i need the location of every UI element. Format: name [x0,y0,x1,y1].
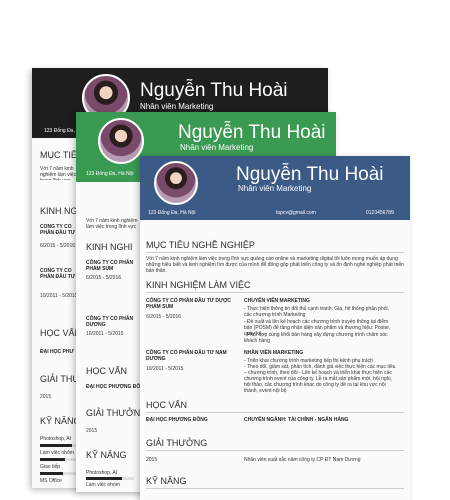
job-detail: - Thực hiện thông tin đối thủ cạnh tranh… [244,306,390,318]
cv-name: Nguyễn Thu Hoài [236,164,384,185]
job-detail: - Phối hợp cùng khối bán hàng xây dựng c… [244,332,388,344]
company-1-cont: PHẨM SUM [86,266,114,272]
cv-address: 123 Đống Đa, Hà Nội [148,210,196,216]
section-awards: GIẢI THƯỞNG [146,438,208,448]
cv-role: Nhân viên Marketing [140,102,214,111]
job-title: CHUYÊN VIÊN MARKETING [244,298,310,304]
section-objective: MỤC TIÊU NGHỀ NGHIỆP [146,240,255,250]
cv-name: Nguyễn Thu Hoài [140,80,288,101]
school: ĐẠI HỌC PHƯƠNG ĐÔ [86,384,141,390]
job-dates: 6/2015 - 5/2016 [86,275,122,281]
section-awards: GIẢI THƯỞNG [86,408,148,418]
award-year: 2015 [86,428,98,434]
avatar [98,118,144,164]
job-dates: 10/2011 - 5/2015 [40,293,78,299]
skill-2: Làm việc nhóm [86,482,120,488]
divider [146,412,404,413]
skill-2: Làm việc nhóm [40,450,74,456]
cv-role: Nhân viên Marketing [180,143,254,152]
cv-email: topcv@gmail.com [276,210,316,216]
school: ĐẠI HỌC PHƯ [40,349,74,355]
divider [146,252,404,253]
skill-fill [40,444,72,447]
job-dates: 10/2011 - 5/2015 [146,366,184,372]
school: ĐẠI HỌC PHƯƠNG ĐÔNG [146,417,208,423]
company-1: CÔNG TY CỔ PHẦN ĐẦU TƯ [40,224,75,236]
award-year: 2015 [146,457,158,463]
section-education: HỌC VẤN [40,328,82,338]
skill-fill [86,477,122,480]
job-company: CÔNG TY CỔ PHẦN ĐẦU TƯ NAM DƯƠNG [146,350,227,362]
award-text: Nhân viên xuất sắc năm công ty CP ĐT Nam… [244,457,361,463]
section-skills: KỸ NĂNG [146,476,187,486]
skill-3: Giao tiếp [40,464,61,470]
job-detail: - Theo dõi, giám sát, phân tích, đánh gi… [244,364,396,394]
award-year: 2015 [40,394,52,400]
divider [146,450,404,451]
job-dates: 6/2015 - 5/2016 [146,314,182,320]
section-education: HỌC VẤN [86,366,128,376]
divider [146,292,404,293]
skill-1: Photoshop, AI [86,470,118,476]
avatar [154,161,198,205]
company-2-cont: DƯƠNG [86,322,106,328]
job-dates: 6/2015 - 5/2016 [40,243,76,249]
company-2: CÔNG TY CỔ PHẦN ĐẦU TƯ NAM DƯƠNG [40,268,75,280]
job-title: NHÂN VIÊN MARKETING [244,350,304,356]
skill-4: MS Office [40,478,62,484]
cv-role: Nhân viên Marketing [238,184,312,193]
cv-name: Nguyễn Thu Hoài [178,122,326,143]
objective-text: Với 7 năm kinh nghiệm làm việc trong lĩn… [146,256,404,274]
section-education: HỌC VẤN [146,400,188,410]
cv-phone: 0123456789 [366,210,394,216]
section-skills: KỸ NĂNG [40,416,81,426]
objective-text: Với 7 năm kinh nghiệm làm việc trong lĩn… [40,166,77,180]
skill-1: Photoshop, AI [40,436,72,442]
job-company: CÔNG TY CỔ PHẦN ĐẦU TƯ DƯỢC PHẨM SUM [146,298,231,310]
objective-text: Với 7 năm kinh nghiệm làm việc trong lĩn… [86,218,138,230]
skill-bar [86,477,134,480]
job-dates: 10/2011 - 5/2015 [86,331,124,337]
major: CHUYÊN NGÀNH: TÀI CHÍNH - NGÂN HÀNG [244,417,349,423]
section-experience: KINH NGHI [86,242,133,252]
cv-template-blue[interactable]: Nguyễn Thu Hoài Nhân viên Marketing 123 … [140,156,410,500]
divider [146,488,404,489]
skill-fill [40,458,66,461]
skill-fill [40,472,64,475]
section-skills: KỸ NĂNG [86,450,127,460]
cv-address: 123 Đống Đa, Hà Nội [86,171,134,177]
section-experience: KINH NGHIỆM LÀM VIỆC [146,280,251,290]
